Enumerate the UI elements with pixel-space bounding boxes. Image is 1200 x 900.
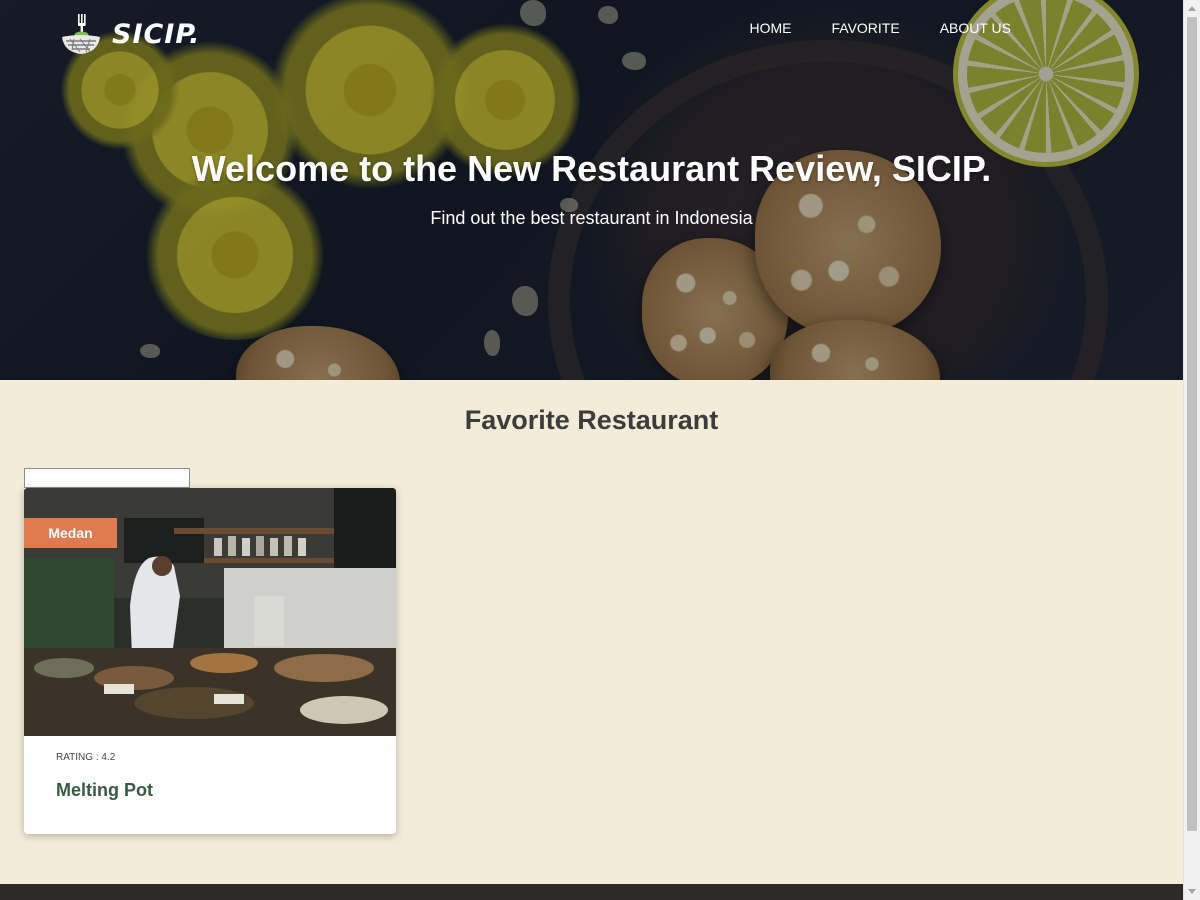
fork-bowl-icon: [62, 14, 100, 54]
hero-overlay: [0, 0, 1183, 380]
restaurant-name[interactable]: Melting Pot: [56, 780, 153, 801]
section-title: Favorite Restaurant: [464, 405, 719, 435]
hero-banner: SICIP. HOME FAVORITE ABOUT US Welcome to…: [0, 0, 1183, 380]
page-scrollbar[interactable]: [1183, 0, 1200, 900]
nav-item-home[interactable]: HOME: [709, 20, 791, 36]
scroll-down-icon[interactable]: [1188, 889, 1196, 894]
restaurant-image: Medan: [24, 488, 396, 736]
scroll-up-icon[interactable]: [1188, 6, 1196, 11]
brand[interactable]: SICIP.: [60, 12, 200, 56]
hero-title: Welcome to the New Restaurant Review, SI…: [191, 148, 992, 189]
city-badge: Medan: [24, 518, 117, 548]
brand-name: SICIP.: [112, 18, 201, 50]
main-nav: HOME FAVORITE ABOUT US: [709, 20, 1011, 36]
footer: [0, 884, 1183, 900]
restaurant-card[interactable]: Medan RATING : 4.2 Melting Pot: [24, 488, 396, 834]
hero-subtitle: Find out the best restaurant in Indonesi…: [430, 208, 753, 228]
nav-item-favorite[interactable]: FAVORITE: [791, 20, 899, 36]
restaurant-rating: RATING : 4.2: [56, 752, 116, 763]
scroll-thumb[interactable]: [1187, 17, 1197, 831]
nav-item-about-us[interactable]: ABOUT US: [900, 20, 1011, 36]
search-input[interactable]: [24, 468, 190, 488]
